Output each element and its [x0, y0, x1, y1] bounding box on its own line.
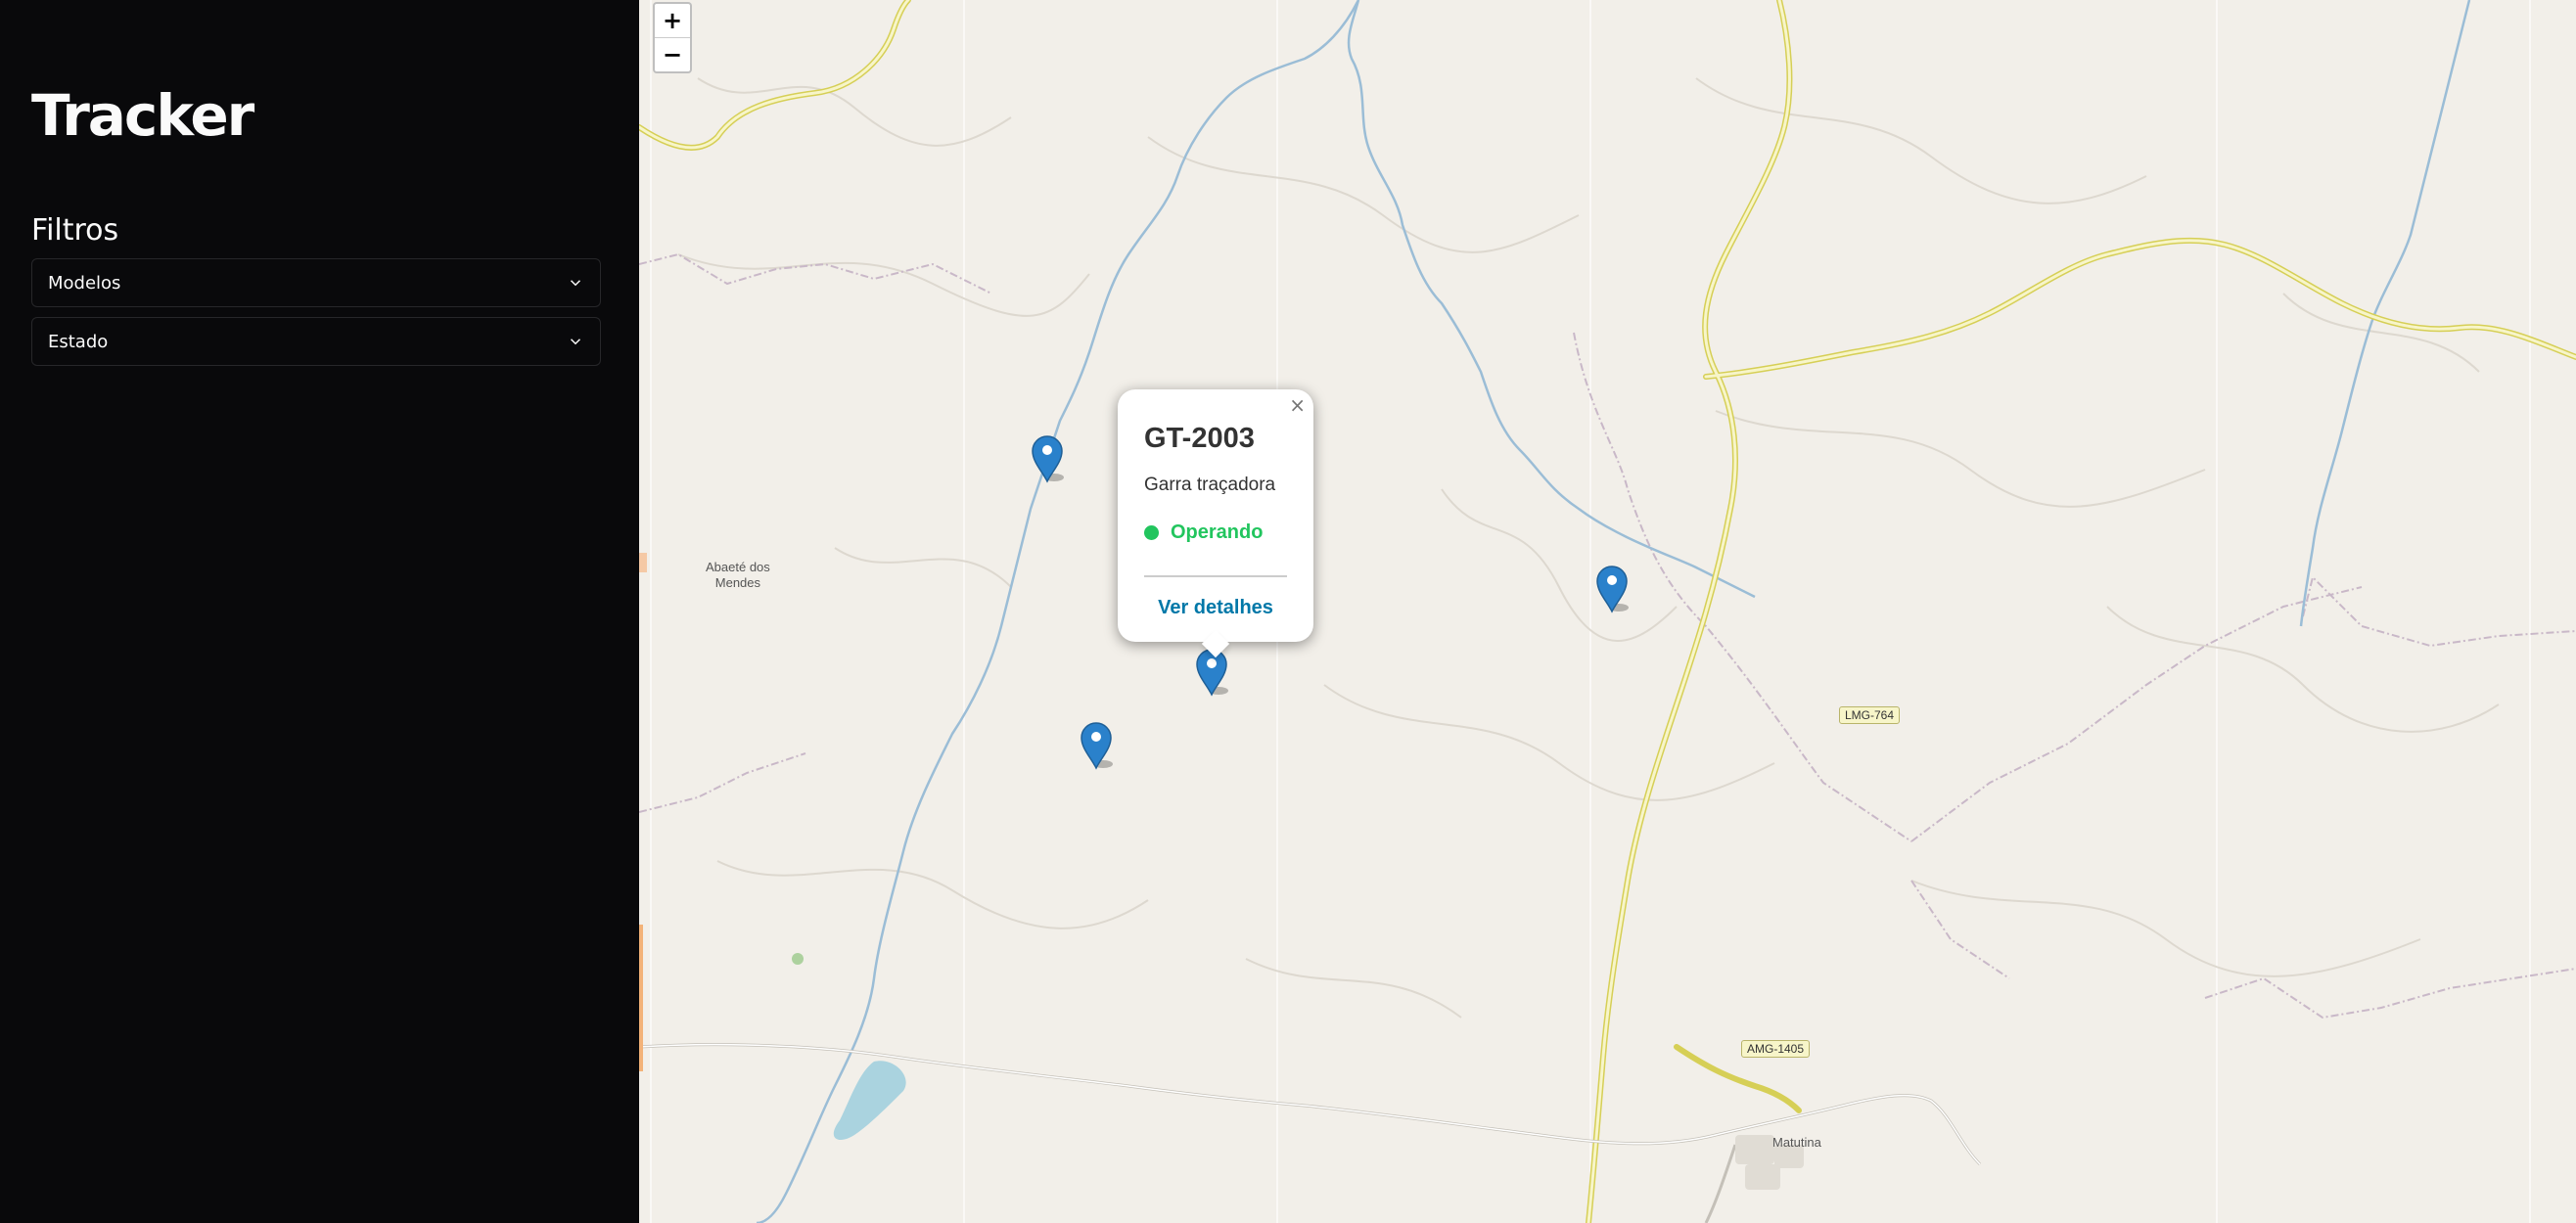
equipment-popup: × GT-2003 Garra traçadora Operando Ver d…	[1118, 389, 1313, 642]
popup-divider	[1144, 575, 1287, 577]
equipment-marker[interactable]	[1080, 721, 1113, 770]
place-label-abaete: Abaeté dos Mendes	[706, 560, 770, 590]
status-filter-label: Estado	[48, 331, 109, 352]
sidebar: Tracker Filtros Modelos Estado	[0, 0, 639, 1223]
equipment-id: GT-2003	[1144, 423, 1255, 454]
equipment-marker[interactable]	[1195, 648, 1228, 697]
equipment-model: Garra traçadora	[1144, 475, 1276, 495]
map-view[interactable]: + − Abaeté dos Mendes Matutina LMG-764 A…	[639, 0, 2576, 1223]
chevron-down-icon	[570, 280, 581, 287]
view-details-link[interactable]: Ver detalhes	[1144, 597, 1287, 619]
equipment-marker[interactable]	[1031, 434, 1064, 483]
status-dot-icon	[1144, 525, 1159, 540]
status-filter-select[interactable]: Estado	[31, 317, 601, 366]
models-filter-select[interactable]: Modelos	[31, 258, 601, 307]
filters-title: Filtros	[31, 213, 119, 248]
app-title: Tracker	[31, 82, 254, 149]
zoom-control: + −	[653, 2, 692, 73]
place-label-matutina: Matutina	[1772, 1135, 1821, 1150]
status-label: Operando	[1171, 521, 1264, 543]
chevron-down-icon	[570, 339, 581, 345]
zoom-out-button[interactable]: −	[655, 37, 690, 71]
models-filter-label: Modelos	[48, 272, 121, 294]
road-shield-amg1405: AMG-1405	[1741, 1040, 1811, 1058]
equipment-marker[interactable]	[1595, 565, 1629, 613]
road-shield-lmg764: LMG-764	[1839, 706, 1901, 724]
zoom-in-button[interactable]: +	[655, 4, 690, 37]
popup-close-button[interactable]: ×	[1289, 393, 1306, 417]
equipment-status: Operando	[1144, 521, 1287, 544]
